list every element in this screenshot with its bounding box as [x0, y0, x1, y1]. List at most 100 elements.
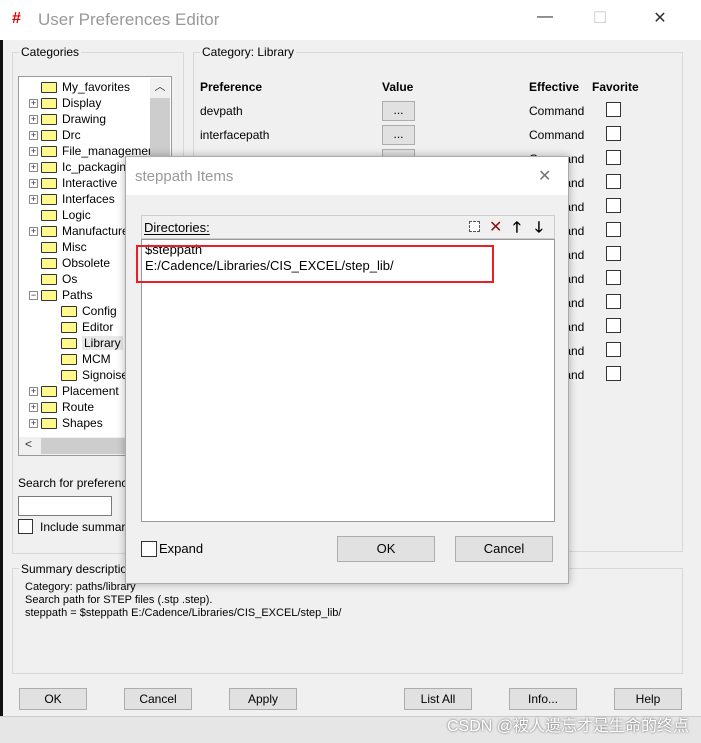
tree-item[interactable]: + Manufacture	[29, 223, 129, 239]
tree-item-label: Obsolete	[62, 256, 111, 270]
effective-value: Command	[529, 128, 585, 142]
tree-item[interactable]: + Drc	[29, 127, 81, 143]
help-button[interactable]: Help	[614, 688, 682, 710]
maximize-button[interactable]: ☐	[585, 8, 615, 28]
expander-icon[interactable]: +	[29, 115, 38, 125]
delete-icon[interactable]: ✕	[489, 217, 502, 237]
summary-line: steppath = $steppath E:/Cadence/Librarie…	[25, 607, 342, 619]
favorite-checkbox[interactable]	[606, 174, 621, 189]
folder-icon	[41, 418, 57, 430]
directories-toolbar: Directories: ✕ 🡑 🡓	[141, 215, 555, 239]
new-item-icon[interactable]	[469, 221, 480, 232]
expander-icon[interactable]: +	[29, 99, 38, 109]
expander-icon[interactable]: +	[29, 147, 38, 157]
folder-icon	[41, 82, 57, 94]
favorite-checkbox[interactable]	[606, 294, 621, 309]
folder-icon	[41, 194, 57, 206]
window-border	[0, 40, 3, 743]
expander-icon[interactable]: +	[29, 419, 38, 429]
tree-item[interactable]: Config	[61, 303, 117, 319]
favorite-checkbox[interactable]	[606, 222, 621, 237]
title-bar: # User Preferences Editor — ☐ ✕	[0, 0, 701, 40]
favorite-checkbox[interactable]	[606, 102, 621, 117]
tree-item-label: Interactive	[62, 176, 118, 190]
tree-item[interactable]: − Paths	[29, 287, 93, 303]
favorite-checkbox[interactable]	[606, 150, 621, 165]
tree-item[interactable]: + Shapes	[29, 415, 103, 431]
tree-item[interactable]: + Interfaces	[29, 191, 115, 207]
tree-item[interactable]: + Interactive	[29, 175, 117, 191]
dialog-close-button[interactable]: ✕	[538, 166, 551, 186]
tree-item[interactable]: Library	[61, 335, 123, 351]
header-preference: Preference	[200, 80, 263, 94]
tree-item[interactable]: + Route	[29, 399, 94, 415]
folder-icon	[41, 274, 57, 286]
folder-icon	[41, 386, 57, 398]
expander-icon[interactable]: +	[29, 227, 38, 237]
scroll-up-icon[interactable]: ︿	[150, 78, 170, 94]
tree-item[interactable]: Obsolete	[29, 255, 110, 271]
expander-icon[interactable]: +	[29, 163, 38, 173]
expander-icon[interactable]: +	[29, 179, 38, 189]
tree-item[interactable]: Misc	[29, 239, 87, 255]
tree-item[interactable]: Os	[29, 271, 77, 287]
favorite-checkbox[interactable]	[606, 366, 621, 381]
close-button[interactable]: ✕	[645, 8, 675, 28]
folder-icon	[61, 322, 77, 334]
tree-item-label: Logic	[62, 208, 91, 222]
favorite-checkbox[interactable]	[606, 318, 621, 333]
tree-item[interactable]: MCM	[61, 351, 111, 367]
info-button[interactable]: Info...	[509, 688, 577, 710]
apply-button[interactable]: Apply	[229, 688, 297, 710]
watermark: CSDN @被人遗忘才是生命的终点	[446, 718, 689, 735]
favorite-checkbox[interactable]	[606, 246, 621, 261]
favorite-checkbox[interactable]	[606, 198, 621, 213]
tree-item-label: Drc	[62, 128, 81, 142]
folder-icon	[41, 290, 57, 302]
preference-name: devpath	[200, 104, 243, 118]
tree-item-label: Ic_packaging	[62, 160, 133, 174]
expander-icon[interactable]: +	[29, 387, 38, 397]
preference-row: interfacepath... Command	[200, 125, 640, 145]
app-icon: #	[12, 10, 21, 27]
scroll-left-icon[interactable]: <	[25, 437, 32, 451]
tree-item[interactable]: Logic	[29, 207, 91, 223]
tree-item[interactable]: + Drawing	[29, 111, 106, 127]
tree-item[interactable]: Signoise	[61, 367, 128, 383]
value-button[interactable]: ...	[382, 101, 415, 121]
include-summary-checkbox[interactable]	[18, 519, 33, 534]
dialog-cancel-button[interactable]: Cancel	[455, 536, 553, 562]
preference-row: devpath... Command	[200, 101, 640, 121]
dialog-ok-button[interactable]: OK	[337, 536, 435, 562]
favorite-checkbox[interactable]	[606, 126, 621, 141]
effective-value: Command	[529, 104, 585, 118]
cancel-button[interactable]: Cancel	[124, 688, 192, 710]
favorite-checkbox[interactable]	[606, 342, 621, 357]
list-all-button[interactable]: List All	[404, 688, 472, 710]
tree-item-label: MCM	[82, 352, 111, 366]
value-button[interactable]: ...	[382, 125, 415, 145]
header-effective: Effective	[529, 80, 580, 94]
expander-icon[interactable]: +	[29, 403, 38, 413]
favorite-checkbox[interactable]	[606, 270, 621, 285]
tree-item[interactable]: + Display	[29, 95, 101, 111]
tree-item-label: Misc	[62, 240, 87, 254]
folder-icon	[41, 146, 57, 158]
search-input[interactable]	[18, 496, 112, 516]
tree-item[interactable]: My_favorites	[29, 79, 130, 95]
expander-icon[interactable]: −	[29, 291, 38, 301]
tree-item-label: Display	[62, 96, 102, 110]
expander-icon[interactable]: +	[29, 131, 38, 141]
tree-item-label: Shapes	[62, 416, 103, 430]
tree-item[interactable]: + Ic_packaging	[29, 159, 133, 175]
expander-icon[interactable]: +	[29, 195, 38, 205]
tree-item-label: Os	[62, 272, 78, 286]
expand-checkbox[interactable]	[141, 541, 157, 557]
tree-item[interactable]: Editor	[61, 319, 113, 335]
categories-label: Categories	[19, 45, 82, 59]
tree-item-label: Drawing	[62, 112, 107, 126]
dialog-title: steppath Items	[135, 168, 234, 185]
tree-item[interactable]: + Placement	[29, 383, 119, 399]
ok-button[interactable]: OK	[19, 688, 87, 710]
minimize-button[interactable]: —	[530, 8, 560, 26]
